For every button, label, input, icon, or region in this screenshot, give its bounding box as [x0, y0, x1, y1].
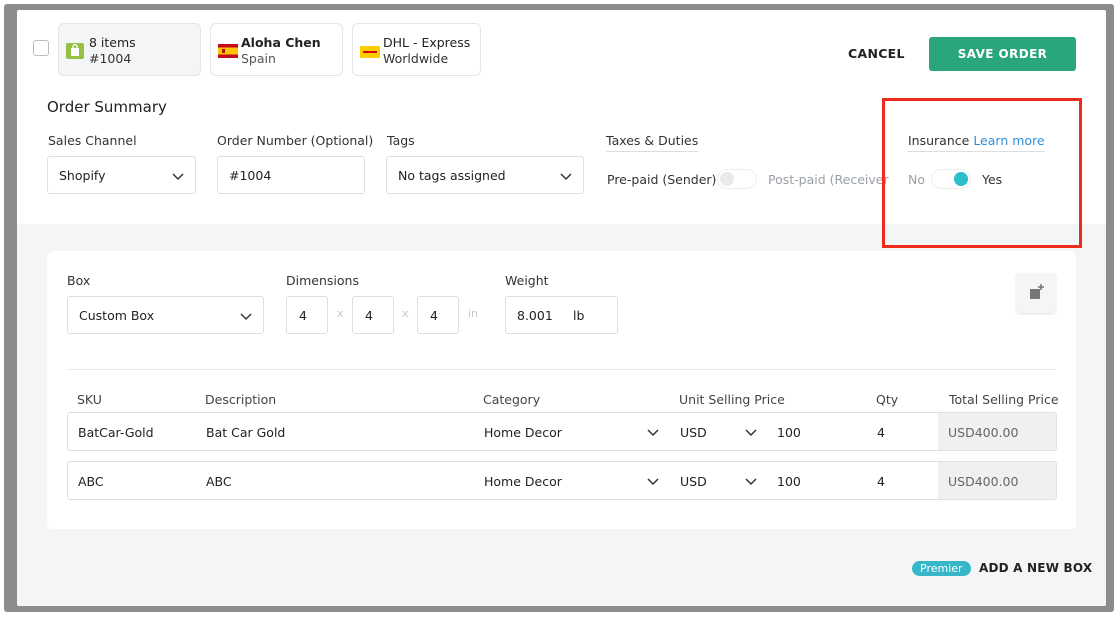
chevron-down-icon[interactable] — [744, 474, 758, 488]
length-value: 4 — [299, 308, 307, 323]
order-id: #1004 — [89, 51, 132, 66]
order-number-value: #1004 — [229, 168, 272, 183]
chevron-down-icon[interactable] — [744, 425, 758, 439]
carrier-name: DHL - Express — [383, 35, 471, 50]
table-row: BatCar-Gold Bat Car Gold Home Decor USD … — [67, 412, 1057, 451]
order-summary-title: Order Summary — [47, 98, 167, 116]
col-header-qty: Qty — [876, 392, 899, 407]
height-input[interactable]: 4 — [417, 296, 459, 334]
select-order-checkbox[interactable] — [33, 40, 49, 56]
customer-name: Aloha Chen — [241, 35, 321, 50]
card-divider — [67, 369, 1056, 370]
width-value: 4 — [365, 308, 373, 323]
toggle-knob — [720, 172, 734, 186]
tags-select[interactable]: No tags assigned — [386, 156, 584, 194]
weight-unit: lb — [573, 308, 585, 323]
customer-chip[interactable]: Aloha Chen Spain — [210, 23, 343, 76]
items-count: 8 items — [89, 35, 136, 50]
dhl-logo-icon — [360, 43, 380, 62]
carrier-chip[interactable]: DHL - Express Worldwide — [352, 23, 481, 76]
dimension-separator: x — [402, 307, 409, 320]
dimensions-label: Dimensions — [286, 273, 359, 288]
add-item-button[interactable] — [1016, 273, 1056, 313]
taxes-postpaid-option[interactable]: Post-paid (Receiver — [768, 172, 889, 187]
weight-label: Weight — [505, 273, 549, 288]
premier-badge: Premier — [912, 561, 971, 576]
tags-label: Tags — [387, 133, 415, 148]
cancel-button[interactable]: CANCEL — [848, 46, 905, 61]
add-item-icon — [1030, 284, 1044, 299]
col-header-unit-price: Unit Selling Price — [679, 392, 785, 407]
insurance-highlight-box — [882, 98, 1082, 248]
taxes-prepaid-option[interactable]: Pre-paid (Sender) — [607, 172, 716, 187]
box-value: Custom Box — [79, 308, 155, 323]
add-new-box-button[interactable]: ADD A NEW BOX — [979, 561, 1092, 575]
chevron-down-icon[interactable] — [646, 474, 660, 488]
sales-channel-select[interactable]: Shopify — [47, 156, 196, 194]
order-number-label: Order Number (Optional) — [217, 133, 374, 148]
shopify-bag-icon — [66, 43, 84, 63]
chevron-down-icon[interactable] — [646, 425, 660, 439]
col-header-description: Description — [205, 392, 277, 407]
chevron-down-icon — [172, 173, 184, 181]
width-input[interactable]: 4 — [352, 296, 394, 334]
sku-cell[interactable]: ABC — [78, 474, 104, 489]
col-header-sku: SKU — [77, 392, 102, 407]
box-label: Box — [67, 273, 91, 288]
qty-input[interactable]: 4 — [877, 474, 885, 489]
length-input[interactable]: 4 — [286, 296, 328, 334]
chevron-down-icon — [240, 313, 252, 321]
order-number-input[interactable]: #1004 — [217, 156, 365, 194]
col-header-category: Category — [483, 392, 541, 407]
weight-value: 8.001 — [517, 308, 553, 323]
save-order-button[interactable]: SAVE ORDER — [929, 37, 1076, 71]
total-price-value: USD400.00 — [948, 425, 1019, 440]
carrier-service: Worldwide — [383, 51, 449, 66]
sales-channel-value: Shopify — [59, 168, 106, 183]
total-price-value: USD400.00 — [948, 474, 1019, 489]
box-select[interactable]: Custom Box — [67, 296, 264, 334]
qty-input[interactable]: 4 — [877, 425, 885, 440]
tags-value: No tags assigned — [398, 168, 506, 183]
box-card: Box Custom Box Dimensions 4 x 4 x 4 in W… — [47, 251, 1076, 529]
dimension-unit: in — [468, 307, 479, 320]
description-cell[interactable]: Bat Car Gold — [206, 425, 285, 440]
items-chip[interactable]: 8 items #1004 — [58, 23, 201, 76]
table-row: ABC ABC Home Decor USD 100 4 USD400.00 — [67, 461, 1057, 500]
spain-flag-icon — [218, 43, 238, 62]
height-value: 4 — [430, 308, 438, 323]
description-cell[interactable]: ABC — [206, 474, 232, 489]
category-select[interactable]: Home Decor — [484, 425, 562, 440]
total-price-cell: USD400.00 — [938, 462, 1056, 499]
customer-country: Spain — [241, 51, 276, 66]
unit-price-input[interactable]: 100 — [777, 474, 801, 489]
sales-channel-label: Sales Channel — [48, 133, 137, 148]
category-select[interactable]: Home Decor — [484, 474, 562, 489]
taxes-duties-toggle[interactable] — [717, 169, 757, 189]
dimension-separator: x — [337, 307, 344, 320]
order-panel: 8 items #1004 Aloha Chen Spain DHL - Exp… — [17, 10, 1106, 606]
col-header-total: Total Selling Price — [949, 392, 1059, 407]
total-price-cell: USD400.00 — [938, 413, 1056, 450]
unit-price-input[interactable]: 100 — [777, 425, 801, 440]
weight-input[interactable]: 8.001 lb — [505, 296, 618, 334]
chevron-down-icon — [560, 173, 572, 181]
currency-select[interactable]: USD — [680, 474, 707, 489]
currency-select[interactable]: USD — [680, 425, 707, 440]
sku-cell[interactable]: BatCar-Gold — [78, 425, 154, 440]
taxes-duties-label: Taxes & Duties — [606, 133, 699, 152]
